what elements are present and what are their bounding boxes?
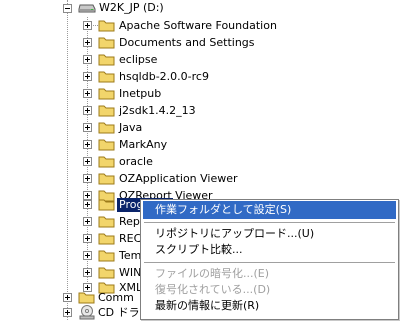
menu-item-set-working-folder[interactable]: 作業フォルダとして設定(S) xyxy=(143,201,396,219)
tree-item-cd-drive[interactable]: CD ドラ xyxy=(0,304,140,322)
expand-toggle[interactable] xyxy=(83,140,92,149)
folder-icon xyxy=(98,267,115,279)
expand-toggle[interactable] xyxy=(63,308,72,317)
tree-item-folder[interactable]: Documents and Settings xyxy=(0,34,401,52)
folder-label: OZApplication Viewer xyxy=(119,172,238,185)
folder-label: j2sdk1.4.2_13 xyxy=(119,104,196,117)
menu-separator xyxy=(144,262,395,263)
expand-toggle[interactable] xyxy=(83,123,92,132)
expand-toggle[interactable] xyxy=(83,217,92,226)
folder-icon xyxy=(98,216,115,228)
folder-label: Documents and Settings xyxy=(119,36,255,49)
tree-item-folder[interactable]: MarkAny xyxy=(0,136,401,154)
folder-label: hsqldb-2.0.0-rc9 xyxy=(119,70,209,83)
folder-label: Inetpub xyxy=(119,87,162,100)
expand-toggle[interactable] xyxy=(83,89,92,98)
folder-icon xyxy=(98,122,115,134)
expand-toggle[interactable] xyxy=(83,157,92,166)
tree-item-folder[interactable]: Tem xyxy=(0,247,141,265)
expand-toggle[interactable] xyxy=(83,251,92,260)
item-label: CD ドラ xyxy=(98,306,140,319)
hard-drive-icon xyxy=(78,4,96,13)
expand-toggle[interactable] xyxy=(83,174,92,183)
tree-item-folder[interactable]: REC xyxy=(0,230,141,248)
folder-label: Apache Software Foundation xyxy=(119,19,277,32)
expand-toggle[interactable] xyxy=(83,106,92,115)
tree-item-folder[interactable]: Apache Software Foundation xyxy=(0,17,401,35)
collapse-toggle[interactable] xyxy=(63,4,72,13)
folder-icon xyxy=(98,105,115,117)
expand-toggle[interactable] xyxy=(83,21,92,30)
folder-icon xyxy=(98,71,115,83)
tree-item-folder[interactable]: eclipse xyxy=(0,51,401,69)
folder-label: Java xyxy=(119,121,143,134)
folder-label: MarkAny xyxy=(119,138,168,151)
tree-item-folder[interactable]: Java xyxy=(0,119,401,137)
expand-toggle[interactable] xyxy=(83,72,92,81)
folder-icon xyxy=(98,88,115,100)
folder-icon xyxy=(78,292,95,304)
tree-item-drive-d[interactable]: W2K_JP (D:) xyxy=(0,0,401,18)
folder-icon xyxy=(98,37,115,49)
folder-label: oracle xyxy=(119,155,153,168)
menu-item-refresh[interactable]: 最新の情報に更新(R) xyxy=(143,297,396,315)
folder-icon xyxy=(98,250,115,262)
drive-label: W2K_JP (D:) xyxy=(99,1,164,14)
folder-icon xyxy=(98,139,115,151)
folder-icon xyxy=(98,156,115,168)
menu-item-script-compare[interactable]: スクリプト比較... xyxy=(143,241,396,259)
folder-icon xyxy=(98,54,115,66)
tree-item-folder[interactable]: OZApplication Viewer xyxy=(0,170,401,188)
item-label: Comm xyxy=(98,291,134,304)
expand-toggle[interactable] xyxy=(63,293,72,302)
expand-toggle[interactable] xyxy=(83,55,92,64)
folder-icon xyxy=(98,20,115,32)
expand-toggle[interactable] xyxy=(83,38,92,47)
tree-item-folder[interactable]: oracle xyxy=(0,153,401,171)
folder-label: eclipse xyxy=(119,53,158,66)
tree-item-folder[interactable]: j2sdk1.4.2_13 xyxy=(0,102,401,120)
expand-toggle[interactable] xyxy=(83,200,92,209)
folder-icon xyxy=(98,233,115,245)
tree-item-folder[interactable]: Rep xyxy=(0,213,140,231)
context-menu: 作業フォルダとして設定(S) リポジトリにアップロード...(U) スクリプト比… xyxy=(140,199,399,320)
tree-item-folder[interactable]: hsqldb-2.0.0-rc9 xyxy=(0,68,401,86)
folder-icon xyxy=(98,173,115,185)
folder-icon xyxy=(98,199,115,211)
cd-drive-icon xyxy=(79,305,95,320)
folder-label: Rep xyxy=(119,215,140,228)
menu-separator xyxy=(144,222,395,223)
tree-item-folder[interactable]: Inetpub xyxy=(0,85,401,103)
expand-toggle[interactable] xyxy=(83,268,92,277)
expand-toggle[interactable] xyxy=(83,234,92,243)
